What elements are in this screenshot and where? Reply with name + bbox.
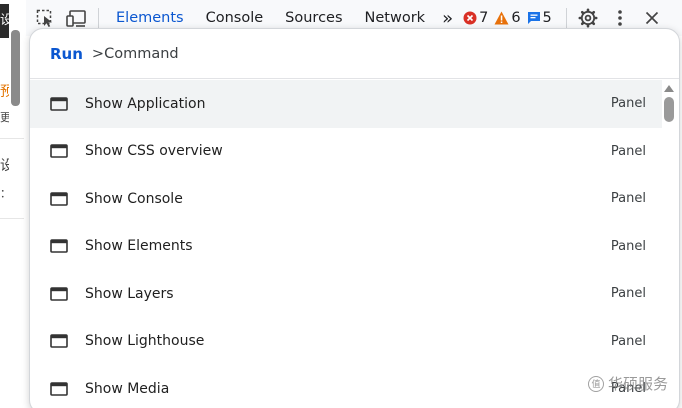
page-dark-chip: 设 xyxy=(0,4,9,38)
command-prompt-row: Run xyxy=(30,29,679,79)
tab-elements[interactable]: Elements xyxy=(105,10,195,26)
command-item-show-elements[interactable]: Show Elements Panel xyxy=(30,223,662,271)
message-counter[interactable]: 5 xyxy=(527,10,552,26)
warning-counter[interactable]: 6 xyxy=(494,10,521,26)
device-toolbar-icon[interactable] xyxy=(66,7,88,29)
command-item-show-console[interactable]: Show Console Panel xyxy=(30,175,662,223)
panel-window-icon xyxy=(50,191,68,206)
command-item-show-css-overview[interactable]: Show CSS overview Panel xyxy=(30,128,662,176)
scroll-up-arrow-icon[interactable] xyxy=(664,85,674,92)
toolbar-separator xyxy=(98,8,99,28)
command-item-show-lighthouse[interactable]: Show Lighthouse Panel xyxy=(30,318,662,366)
command-menu: Run Show Application Panel Show CSS over… xyxy=(29,28,680,408)
watermark-text: 华硕服务 xyxy=(607,375,668,393)
command-item-label: Show Layers xyxy=(85,285,174,302)
panel-window-icon xyxy=(50,381,68,396)
page-text-fragment: 更 xyxy=(0,111,9,124)
command-item-category: Panel xyxy=(610,96,646,112)
command-item-label: Show Console xyxy=(85,190,183,207)
message-count: 5 xyxy=(542,10,552,26)
command-item-show-application[interactable]: Show Application Panel xyxy=(30,80,662,128)
error-counter[interactable]: 7 xyxy=(463,10,488,26)
error-icon xyxy=(463,11,477,25)
tab-network[interactable]: Network xyxy=(354,10,437,26)
message-icon xyxy=(527,12,540,24)
command-item-label: Show CSS overview xyxy=(85,143,223,160)
settings-gear-icon[interactable] xyxy=(577,7,599,29)
command-item-category: Panel xyxy=(610,333,646,349)
error-count: 7 xyxy=(479,10,489,26)
command-item-label: Show Elements xyxy=(85,238,193,255)
panel-window-icon xyxy=(50,239,68,254)
command-list: Show Application Panel Show CSS overview… xyxy=(30,80,662,408)
command-item-category: Panel xyxy=(610,191,646,207)
page-text-fragment: ： xyxy=(0,186,9,202)
watermark-logo-icon: 值 xyxy=(587,375,604,392)
page-text-fragment: 设 xyxy=(0,158,9,174)
page-text-fragment: 预 xyxy=(0,84,9,100)
page-divider xyxy=(0,218,24,219)
panel-window-icon xyxy=(50,144,68,159)
close-icon[interactable] xyxy=(641,7,663,29)
panel-window-icon xyxy=(50,286,68,301)
tab-console[interactable]: Console xyxy=(195,10,275,26)
command-list-scrollbar[interactable] xyxy=(664,83,674,408)
command-item-label: Show Lighthouse xyxy=(85,333,205,350)
command-item-category: Panel xyxy=(610,238,646,254)
panel-window-icon xyxy=(50,334,68,349)
inspect-element-icon[interactable] xyxy=(34,7,56,29)
toolbar-separator xyxy=(565,8,567,28)
warning-count: 6 xyxy=(511,10,521,26)
command-item-label: Show Application xyxy=(85,95,206,112)
devtools-drawer-handle[interactable] xyxy=(11,30,20,106)
command-item-show-media[interactable]: Show Media Panel xyxy=(30,365,662,408)
run-label: Run xyxy=(50,44,83,63)
more-tabs-chevron-icon[interactable]: » xyxy=(436,8,463,29)
command-item-label: Show Media xyxy=(85,380,170,397)
page-content-strip: 设 预 更 设 ： xyxy=(0,0,26,408)
command-item-show-layers[interactable]: Show Layers Panel xyxy=(30,270,662,318)
scrollbar-thumb[interactable] xyxy=(664,97,674,122)
page-divider xyxy=(0,138,24,139)
more-options-icon[interactable] xyxy=(609,7,631,29)
command-item-category: Panel xyxy=(610,286,646,302)
watermark: 值 华硕服务 xyxy=(587,373,668,394)
command-item-category: Panel xyxy=(610,143,646,159)
warning-icon xyxy=(494,11,509,25)
panel-window-icon xyxy=(50,96,68,111)
tab-sources[interactable]: Sources xyxy=(274,10,353,26)
command-input[interactable] xyxy=(91,45,492,62)
